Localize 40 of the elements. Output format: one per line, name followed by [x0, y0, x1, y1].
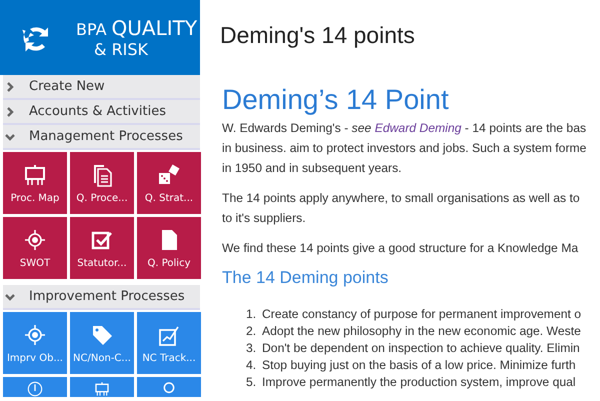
tile-button[interactable]: Statutor... [70, 217, 134, 279]
list-number: 4. [246, 357, 258, 374]
tile-button[interactable]: Proc. Map [3, 152, 67, 214]
intro-paragraph: W. Edwards Deming's - see Edward Deming - 14 points are the bas in business. aim to protect investors and jobs. Such a system forme in 1950 and in subsequent years. [222, 120, 588, 177]
list-number: 1. [246, 306, 258, 323]
tile-button[interactable]: Q. Strat... [137, 152, 201, 214]
brand-name: QUALITY [112, 16, 198, 40]
tile-button[interactable]: Imprv Ob... [3, 312, 67, 374]
nav-section-header[interactable]: Management Processes [3, 125, 200, 150]
page-title: Deming's 14 points [220, 22, 416, 50]
dice-icon [157, 162, 181, 186]
target-icon [23, 322, 47, 346]
tile-button[interactable]: Q. Proce... [70, 152, 134, 214]
body-paragraph: The 14 points apply anywhere, to small organisations as well as to to it's suppliers. [222, 190, 581, 227]
brand-name: BPA [76, 20, 107, 39]
section-heading: The 14 Deming points [222, 268, 390, 288]
tile-button[interactable]: NC Track... [137, 312, 201, 374]
list-number: 2. [246, 323, 258, 340]
article-heading: Deming’s 14 Point [222, 84, 450, 116]
list-number: 3. [246, 340, 258, 357]
tile-button[interactable]: SWOT [3, 217, 67, 279]
list-item-text: Don't be dependent on inspection to achieve quality. Elimin [262, 340, 580, 357]
nav-section-header[interactable]: Create New [3, 75, 200, 100]
tile-button[interactable] [3, 377, 67, 397]
list-item-text: Improve permanently the production system, improve qual [262, 374, 576, 391]
list-item-text: Stop buying just on the basis of a low price. Minimize furth [262, 357, 576, 374]
tile-button[interactable]: NC/Non-C... [70, 312, 134, 374]
list-number: 5. [246, 374, 258, 391]
nav-section-header[interactable]: Accounts & Activities [3, 100, 200, 125]
easel-icon [23, 162, 47, 186]
brand-name: & RISK [93, 40, 150, 59]
author-link[interactable]: Edward Deming [374, 121, 462, 135]
list-item-text: Create constancy of purpose for permanent improvement o [262, 306, 582, 323]
target-icon [23, 228, 47, 252]
list-item-text: Adopt the new philosophy in the new economic age. Weste [262, 323, 581, 340]
nav-section-header[interactable]: Improvement Processes [3, 285, 200, 310]
body-paragraph: We find these 14 points give a good structure for a Knowledge Ma [222, 240, 580, 257]
tile-button[interactable]: Q. Policy [137, 217, 201, 279]
tile-button[interactable] [137, 377, 201, 397]
tile-button[interactable] [70, 377, 134, 397]
